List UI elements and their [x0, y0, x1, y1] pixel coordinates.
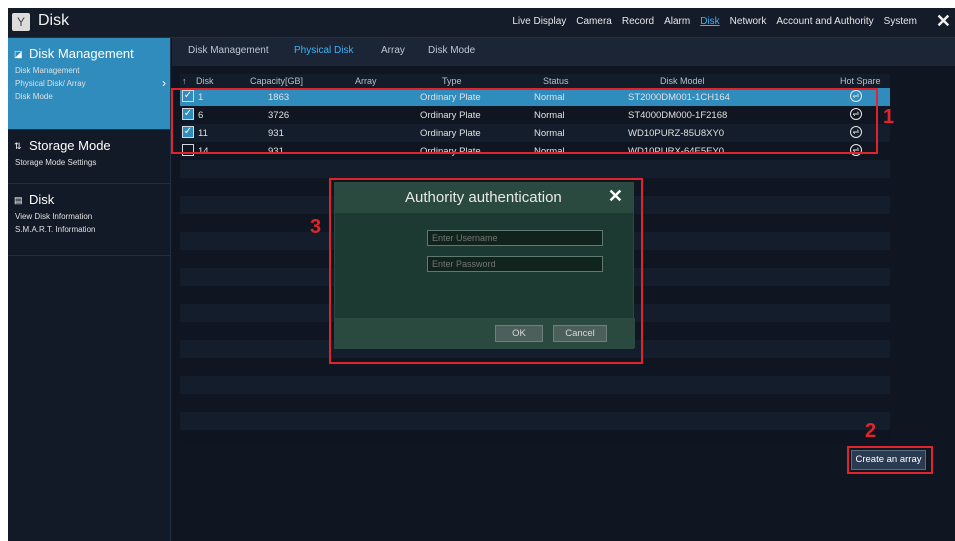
- sort-arrow-icon[interactable]: ↑: [182, 76, 187, 86]
- cancel-button[interactable]: Cancel: [553, 325, 607, 342]
- disk-management-icon: ◪: [14, 48, 23, 59]
- title-bar: Y Disk Live Display Camera Record Alarm …: [8, 8, 955, 38]
- sidebar-group-title: Disk: [29, 192, 55, 207]
- sidebar-group-title: Storage Mode: [29, 138, 111, 153]
- dialog-title: Authority authentication: [405, 189, 562, 206]
- column-header-disk[interactable]: Disk: [196, 76, 214, 86]
- nav-live-display[interactable]: Live Display: [512, 16, 566, 27]
- empty-row: [180, 412, 890, 430]
- empty-row: [180, 376, 890, 394]
- nav-network[interactable]: Network: [730, 16, 767, 27]
- nav-camera[interactable]: Camera: [576, 16, 612, 27]
- sidebar-group-disk[interactable]: ▤ Disk View Disk Information S.M.A.R.T. …: [8, 184, 170, 256]
- nav-record[interactable]: Record: [622, 16, 654, 27]
- tab-disk-management[interactable]: Disk Management: [188, 45, 269, 56]
- app-window: Y Disk Live Display Camera Record Alarm …: [8, 8, 955, 541]
- sidebar-group-storage-mode[interactable]: ⇅ Storage Mode Storage Mode Settings: [8, 130, 170, 184]
- tab-disk-mode[interactable]: Disk Mode: [428, 45, 475, 56]
- disk-icon: ▤: [14, 194, 23, 205]
- tab-physical-disk[interactable]: Physical Disk: [294, 45, 353, 56]
- column-header-array[interactable]: Array: [355, 76, 377, 86]
- column-header-status[interactable]: Status: [543, 76, 569, 86]
- app-logo-icon: Y: [12, 13, 30, 31]
- empty-row: [180, 394, 890, 412]
- storage-mode-icon: ⇅: [14, 140, 22, 151]
- username-input[interactable]: [427, 230, 603, 246]
- sidebar-group-disk-management[interactable]: ◪ Disk Management Disk Management Physic…: [8, 38, 170, 130]
- ok-button[interactable]: OK: [495, 325, 543, 342]
- column-header-hot-spare[interactable]: Hot Spare: [840, 76, 881, 86]
- dialog-close-icon[interactable]: ✕: [608, 186, 623, 207]
- sidebar-item-storage-mode-settings[interactable]: Storage Mode Settings: [15, 156, 170, 169]
- annotation-label-3: 3: [310, 216, 322, 238]
- nav-alarm[interactable]: Alarm: [664, 16, 690, 27]
- nav-disk[interactable]: Disk: [700, 16, 719, 27]
- tab-bar: Disk Management Physical Disk Array Disk…: [172, 38, 955, 66]
- close-window-icon[interactable]: ✕: [936, 11, 951, 32]
- sidebar-item-view-disk-information[interactable]: View Disk Information: [15, 210, 170, 223]
- sidebar-item-disk-management[interactable]: Disk Management: [15, 64, 170, 77]
- nav-account-and-authority[interactable]: Account and Authority: [776, 16, 873, 27]
- sidebar: ◪ Disk Management Disk Management Physic…: [8, 38, 171, 541]
- create-array-button[interactable]: Create an array: [851, 450, 926, 470]
- window-title: Disk: [38, 12, 70, 29]
- annotation-label-1: 1: [883, 106, 895, 128]
- chevron-right-icon: ›: [162, 76, 166, 90]
- dialog-footer: OK Cancel: [335, 318, 635, 348]
- column-header-type[interactable]: Type: [442, 76, 462, 86]
- column-header-disk-model[interactable]: Disk Model: [660, 76, 705, 86]
- sidebar-group-title: Disk Management: [29, 46, 134, 61]
- column-header-capacity[interactable]: Capacity[GB]: [250, 76, 303, 86]
- tab-array[interactable]: Array: [381, 45, 405, 56]
- top-navigation: Live Display Camera Record Alarm Disk Ne…: [512, 16, 917, 27]
- nav-system[interactable]: System: [884, 16, 917, 27]
- annotation-box-1: [171, 88, 878, 154]
- password-input[interactable]: [427, 256, 603, 272]
- authority-authentication-dialog: Authority authentication ✕ OK Cancel: [334, 182, 635, 349]
- annotation-label-2: 2: [865, 420, 877, 442]
- dialog-header: Authority authentication ✕: [335, 183, 633, 213]
- sidebar-item-physical-disk-array[interactable]: Physical Disk/ Array: [15, 77, 170, 90]
- sidebar-item-smart-information[interactable]: S.M.A.R.T. Information: [15, 223, 170, 236]
- table-header: ↑ Disk Capacity[GB] Array Type Status Di…: [180, 74, 890, 88]
- empty-row: [180, 160, 890, 178]
- sidebar-item-disk-mode[interactable]: Disk Mode: [15, 90, 170, 103]
